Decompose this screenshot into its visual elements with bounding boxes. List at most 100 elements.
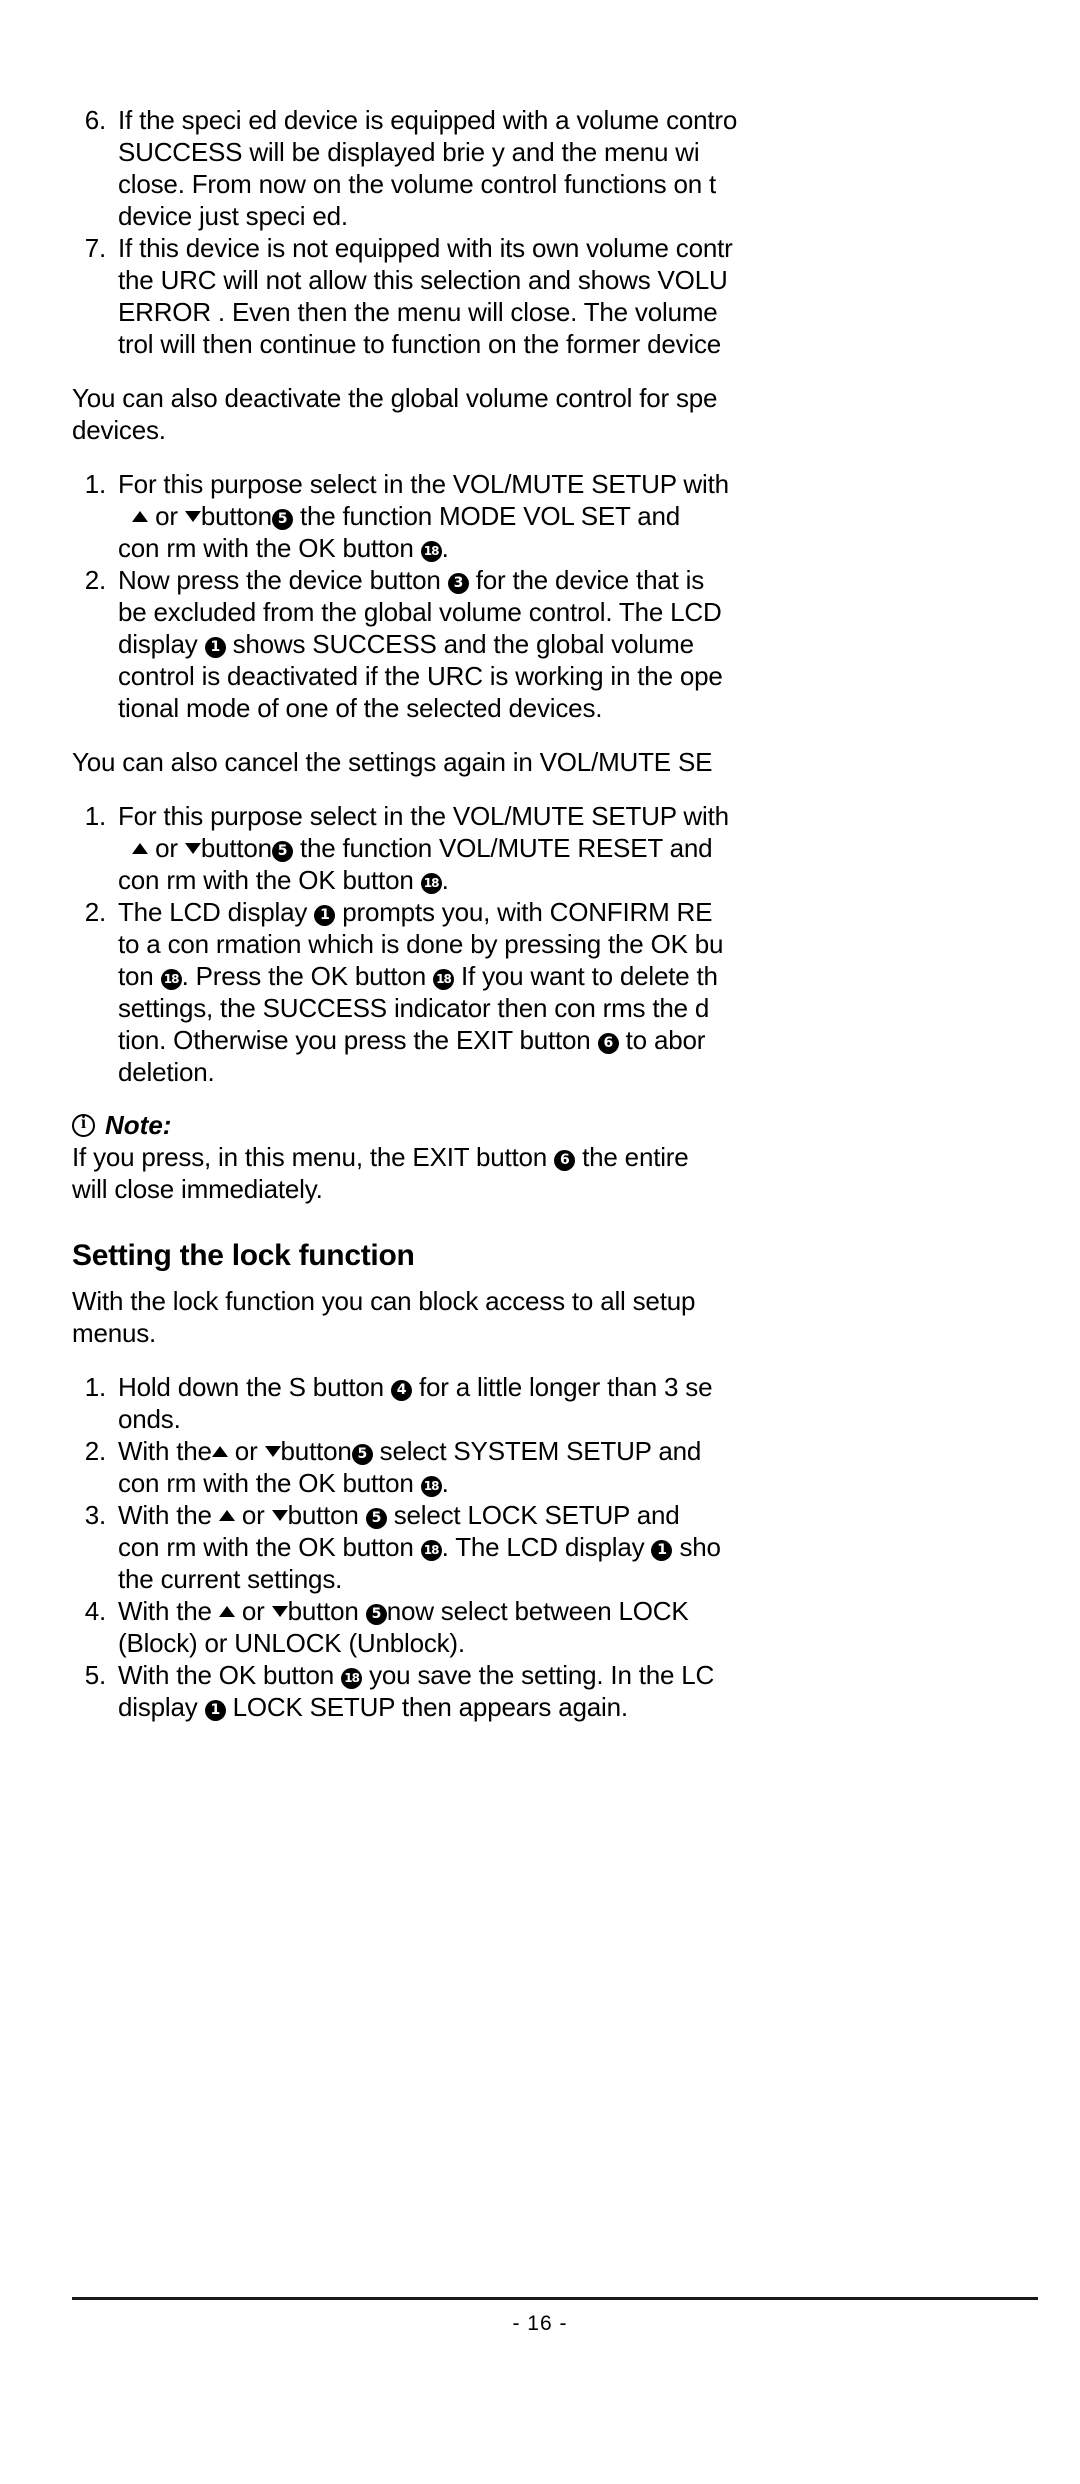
step-line: tion. Otherwise you press the EXIT butto… (118, 1024, 1038, 1056)
list-item: 6. If the speci ed device is equipped wi… (72, 104, 1038, 232)
step-text: prompts you, with CONFIRM RE (335, 897, 713, 927)
ref-updown-button: 5 (365, 1508, 387, 1529)
triangle-up-icon (211, 1446, 228, 1457)
step-text: shows SUCCESS and the global volume (225, 629, 694, 659)
continued-steps-list: 6. If the speci ed device is equipped wi… (72, 104, 1038, 360)
step-text: LOCK SETUP then appears again. (225, 1692, 629, 1722)
ref-exit-button: 6 (554, 1150, 576, 1171)
step-line: or button 5 the function MODE VOL SET and (118, 500, 1038, 532)
step-line: ton 18. Press the OK button 18 If you wa… (118, 960, 1038, 992)
ref-ok-button: 18 (432, 969, 454, 990)
step-text: you save the setting. In the LC (362, 1660, 715, 1690)
ref-ok-button: 18 (420, 873, 442, 894)
step-text: or (234, 1500, 272, 1530)
note-heading: Note: (72, 1110, 1038, 1141)
step-line: the current settings. (118, 1564, 343, 1594)
step-text: tion. Otherwise you press the EXIT butto… (118, 1025, 598, 1055)
lock-intro-paragraph: With the lock function you can block acc… (72, 1285, 1038, 1349)
step7-line-3: ERROR . Even then the menu will close. T… (118, 297, 718, 327)
note-label: Note: (105, 1110, 172, 1140)
step-text: If you want to delete th (453, 961, 718, 991)
step-text: . (441, 533, 449, 563)
step-text: The LCD display (118, 897, 315, 927)
step-text: select SYSTEM SETUP and (372, 1436, 702, 1466)
step-line: con rm with the OK button 18. (118, 532, 1038, 564)
step-text: con rm with the OK button (118, 1468, 421, 1498)
list-item: 1. Hold down the S button 4 for a little… (72, 1371, 1038, 1435)
step-text: to abor (618, 1025, 706, 1055)
note-text: the entire (575, 1142, 689, 1172)
step6-line-2: SUCCESS will be displayed brie y and the… (118, 137, 700, 167)
triangle-up-icon (218, 1606, 235, 1617)
step-line: display 1 shows SUCCESS and the global v… (118, 628, 1038, 660)
triangle-up-icon (132, 511, 149, 522)
step-text: for the device that is (468, 565, 705, 595)
paragraph-cancel-line-1: You can also cancel the settings again i… (72, 747, 713, 777)
step-line: (Block) or UNLOCK (Unblock). (118, 1628, 465, 1658)
step6-line-4: device just speci ed. (118, 201, 348, 231)
step-line: For this purpose select in the VOL/MUTE … (118, 469, 729, 499)
step7-line-1: If this device is not equipped with its … (118, 233, 733, 263)
step-line: control is deactivated if the URC is wor… (118, 661, 723, 691)
list-item: 1. For this purpose select in the VOL/MU… (72, 468, 1038, 564)
step-text: . The LCD display (441, 1532, 652, 1562)
list-marker: 1. (84, 1372, 106, 1402)
step-text: button (287, 1500, 366, 1530)
list-marker: 7. (84, 233, 106, 263)
step6-line-3: close. From now on the volume control fu… (118, 169, 717, 199)
list-marker: 5. (84, 1660, 106, 1690)
deactivate-steps-list: 1. For this purpose select in the VOL/MU… (72, 468, 1038, 724)
step-line: With the or button 5 select LOCK SETUP a… (118, 1499, 1038, 1531)
ref-ok-button: 18 (420, 1476, 442, 1497)
step-line: be excluded from the global volume contr… (118, 597, 722, 627)
step-text: display (118, 1692, 205, 1722)
paragraph-deactivate-line-2: devices. (72, 415, 166, 445)
triangle-up-icon (132, 843, 149, 854)
step-text: or (227, 1436, 265, 1466)
step-line: settings, the SUCCESS indicator then con… (118, 993, 710, 1023)
step-line: For this purpose select in the VOL/MUTE … (118, 801, 729, 831)
step-line: onds. (118, 1404, 181, 1434)
page-content: 6. If the speci ed device is equipped wi… (72, 104, 1038, 1723)
step-line: tional mode of one of the selected devic… (118, 693, 603, 723)
step-line: With the OK button 18 you save the setti… (118, 1659, 1038, 1691)
lock-intro-line-2: menus. (72, 1318, 157, 1348)
step-text: con rm with the OK button (118, 865, 421, 895)
step-line: Hold down the S button 4 for a little lo… (118, 1371, 1038, 1403)
step-text: button (200, 833, 272, 863)
step-line: con rm with the OK button 18. The LCD di… (118, 1531, 1038, 1563)
ref-ok-button: 18 (341, 1668, 363, 1689)
step-text: . (441, 865, 449, 895)
step-text: With the (118, 1436, 212, 1466)
step-text: con rm with the OK button (118, 1532, 421, 1562)
list-item: 2. With the or button 5 select SYSTEM SET… (72, 1435, 1038, 1499)
manual-page: 6. If the speci ed device is equipped wi… (0, 0, 1080, 2484)
step-text: the function VOL/MUTE RESET and (292, 833, 713, 863)
paragraph-deactivate-line-1: You can also deactivate the global volum… (72, 383, 718, 413)
triangle-down-icon (271, 1510, 288, 1521)
note-body: If you press, in this menu, the EXIT but… (72, 1141, 1038, 1205)
step-line: Now press the device button 3 for the de… (118, 564, 1038, 596)
step-line: display 1 LOCK SETUP then appears again. (118, 1691, 1038, 1723)
step-line: con rm with the OK button 18. (118, 1467, 1038, 1499)
step-text: button (200, 501, 272, 531)
ref-ok-button: 18 (160, 969, 182, 990)
list-item: 2. Now press the device button 3 for the… (72, 564, 1038, 724)
ref-exit-button: 6 (597, 1033, 619, 1054)
ref-lcd-display: 1 (204, 637, 226, 658)
step-text: With the OK button (118, 1660, 342, 1690)
list-marker: 1. (84, 469, 106, 499)
ref-lcd-display: 1 (314, 905, 336, 926)
step7-line-2: the URC will not allow this selection an… (118, 265, 728, 295)
step7-line-4: trol will then continue to function on t… (118, 329, 722, 359)
step-text: select LOCK SETUP and (386, 1500, 680, 1530)
ref-updown-button: 5 (365, 1604, 387, 1625)
step-line: With the or button 5 select SYSTEM SETUP … (118, 1435, 1038, 1467)
